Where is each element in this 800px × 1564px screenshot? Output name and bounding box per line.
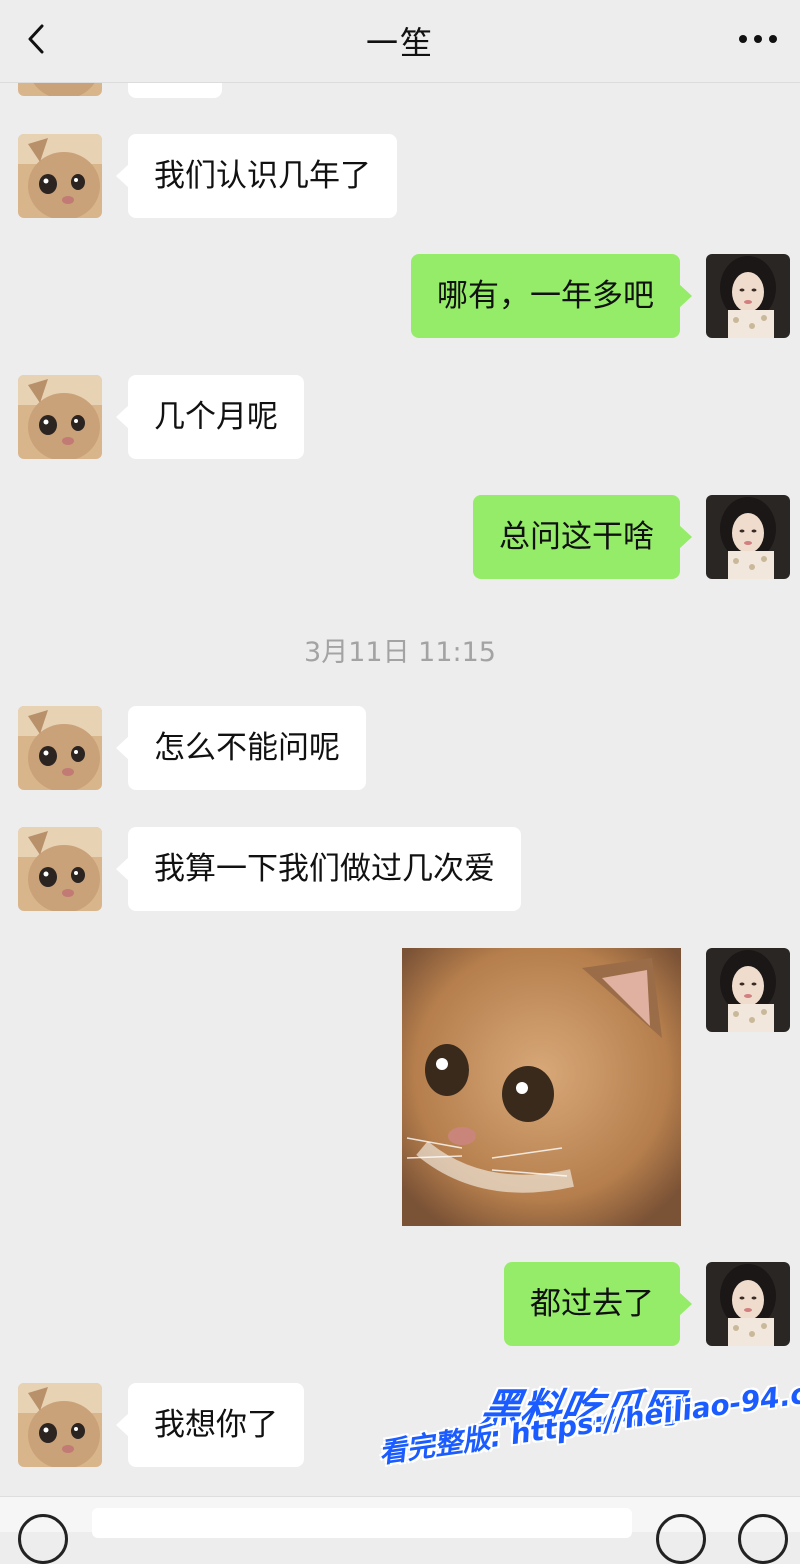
plus-icon[interactable] (738, 1514, 788, 1564)
message-bubble-incoming[interactable]: 几个月呢 (116, 375, 304, 459)
chat-title: 一笙 (365, 24, 434, 62)
message-bubble-outgoing[interactable]: 都过去了 (504, 1262, 692, 1346)
contact-avatar[interactable] (18, 1383, 102, 1467)
self-avatar[interactable] (706, 1262, 790, 1346)
contact-avatar[interactable] (18, 827, 102, 911)
contact-avatar[interactable] (18, 134, 102, 218)
contact-avatar[interactable] (18, 706, 102, 790)
sad-cat-sticker[interactable] (402, 948, 681, 1226)
message-bubble-outgoing[interactable]: 总问这干啥 (473, 495, 692, 579)
voice-icon[interactable] (18, 1514, 68, 1564)
self-avatar[interactable] (706, 254, 790, 338)
message-bubble-incoming[interactable]: 怎么不能问呢 (116, 706, 366, 790)
contact-avatar[interactable] (18, 375, 102, 459)
message-timestamp: 3月11日 11:15 (304, 637, 496, 668)
chat-header: 一笙 (0, 0, 800, 83)
more-dots-icon[interactable] (736, 24, 780, 54)
contact-avatar[interactable] (18, 82, 102, 96)
message-bubble-incoming[interactable]: 我们认识几年了 (116, 134, 397, 218)
message-bubble-incoming[interactable]: 我算一下我们做过几次爱 (116, 827, 521, 911)
message-bubble-outgoing[interactable]: 哪有，一年多吧 (411, 254, 692, 338)
self-avatar[interactable] (706, 495, 790, 579)
watermark: 黑料吃瓜网 看完整版: https://heiliao-94.com (372, 1370, 800, 1520)
message-bubble-incoming[interactable]: 我想你了 (116, 1383, 304, 1467)
self-avatar[interactable] (706, 948, 790, 1032)
message-bubble-partial[interactable] (128, 82, 222, 98)
emoji-icon[interactable] (656, 1514, 706, 1564)
